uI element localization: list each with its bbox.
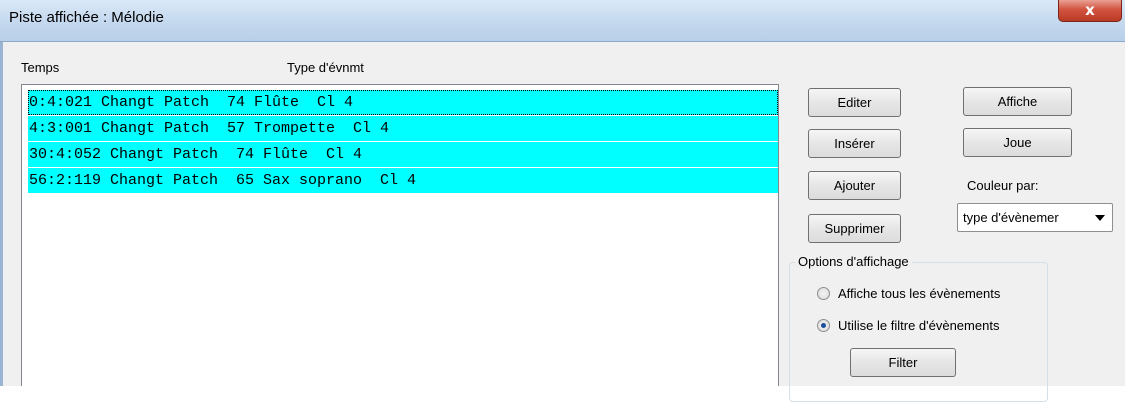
column-header-event-type[interactable]: Type d'évnmt — [287, 60, 364, 75]
close-button[interactable]: x — [1058, 0, 1122, 22]
play-button[interactable]: Joue — [963, 128, 1072, 157]
color-by-label: Couleur par: — [967, 178, 1039, 193]
display-options-label: Options d'affichage — [795, 254, 912, 269]
list-item[interactable]: 56:2:119 Changt Patch 65 Sax soprano Cl … — [28, 168, 778, 193]
color-by-select[interactable]: type d'évènemer — [957, 203, 1113, 232]
list-item[interactable]: 0:4:021 Changt Patch 74 Flûte Cl 4 — [28, 90, 778, 115]
close-icon: x — [1085, 1, 1095, 19]
add-button[interactable]: Ajouter — [808, 171, 901, 200]
edit-button[interactable]: Editer — [808, 88, 901, 117]
show-all-label[interactable]: Affiche tous les évènements — [838, 286, 1000, 301]
use-filter-label[interactable]: Utilise le filtre d'évènements — [838, 318, 999, 333]
use-filter-radio[interactable] — [817, 319, 830, 332]
show-all-radio[interactable] — [817, 287, 830, 300]
column-header-temps[interactable]: Temps — [21, 60, 59, 75]
show-button[interactable]: Affiche — [963, 87, 1072, 116]
delete-button[interactable]: Supprimer — [808, 214, 901, 243]
color-by-value: type d'évènemer — [963, 210, 1059, 225]
list-item[interactable]: 30:4:052 Changt Patch 74 Flûte Cl 4 — [28, 142, 778, 167]
window-title: Piste affichée : Mélodie — [9, 9, 164, 26]
title-bar: Piste affichée : Mélodie x — [0, 0, 1125, 42]
list-item[interactable]: 4:3:001 Changt Patch 57 Trompette Cl 4 — [28, 116, 778, 141]
insert-button[interactable]: Insérer — [808, 129, 901, 158]
chevron-down-icon — [1095, 215, 1105, 221]
filter-button[interactable]: Filter — [850, 348, 956, 377]
event-list[interactable]: 0:4:021 Changt Patch 74 Flûte Cl 4 4:3:0… — [21, 84, 779, 386]
